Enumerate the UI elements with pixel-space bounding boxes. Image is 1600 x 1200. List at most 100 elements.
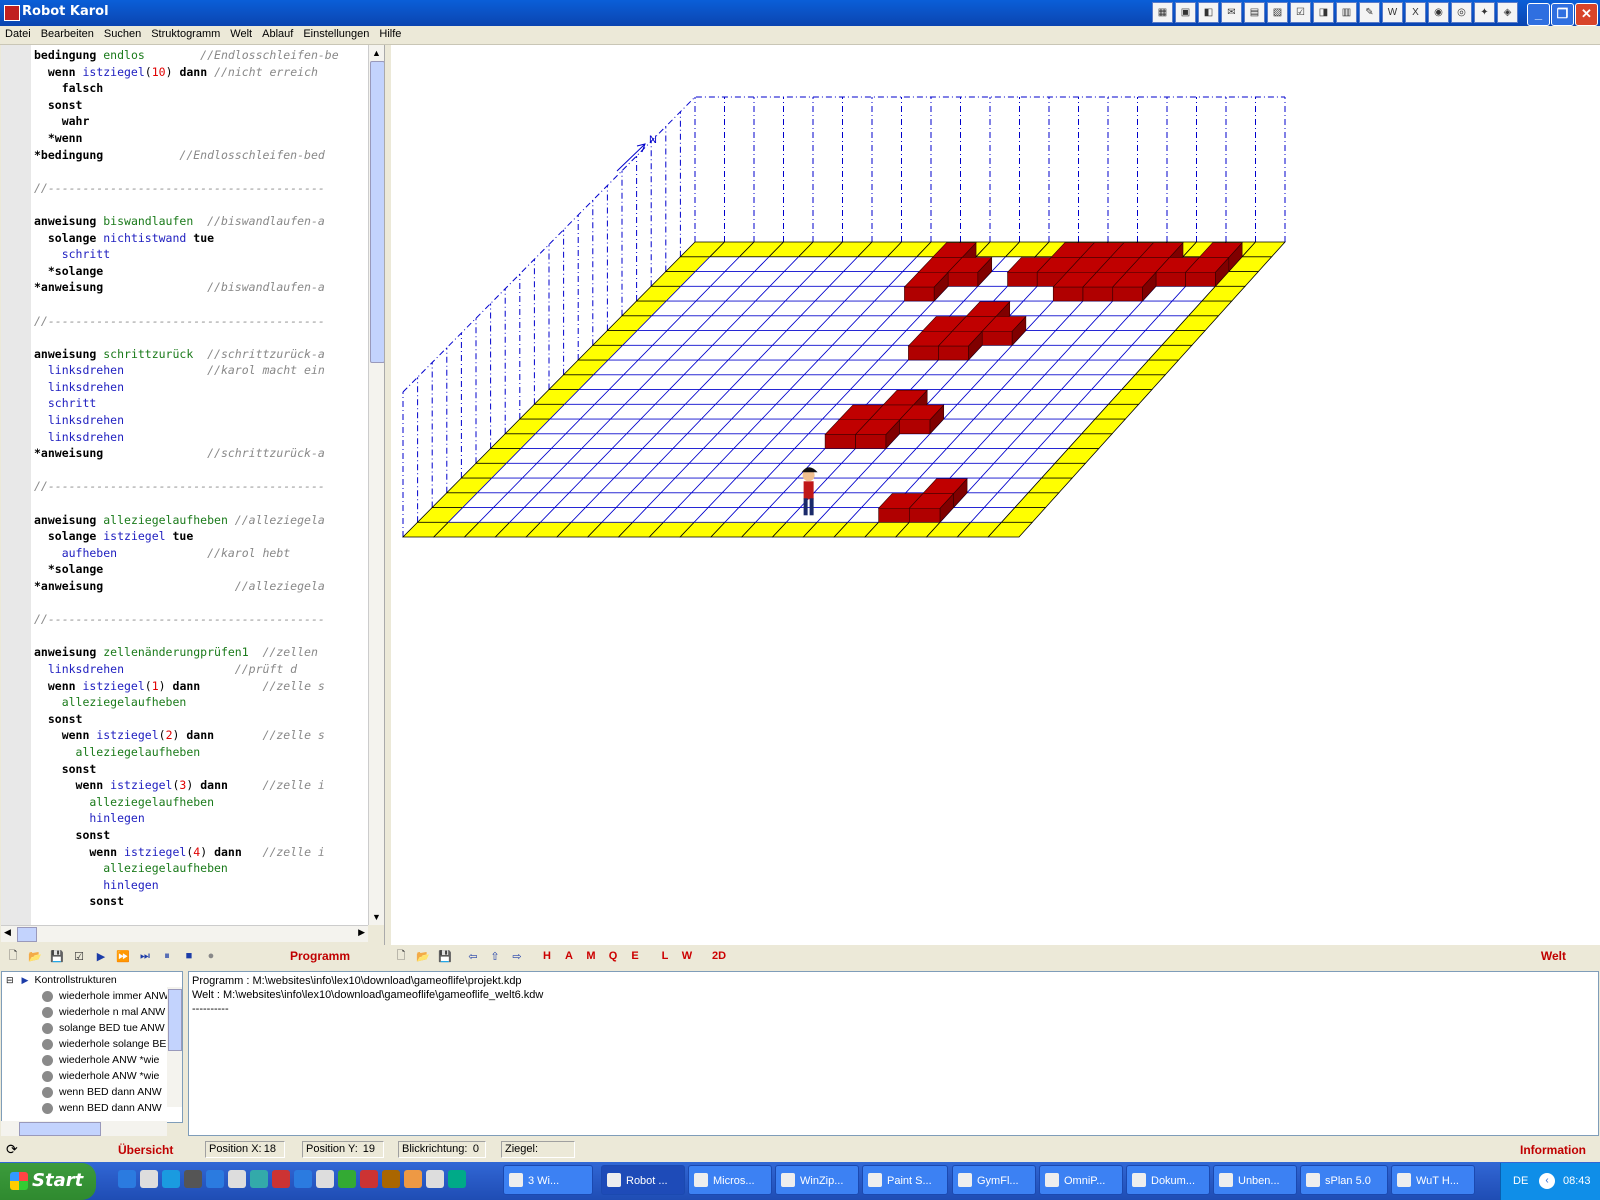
quick-launch-icon[interactable] [140, 1170, 158, 1188]
scroll-thumb[interactable] [19, 1122, 101, 1136]
code-line[interactable]: sonst [34, 827, 368, 844]
tray-app-icon[interactable]: ✎ [1359, 2, 1380, 23]
world-reset-button[interactable]: W [678, 947, 696, 965]
tray-app-icon[interactable]: ◧ [1198, 2, 1219, 23]
code-line[interactable]: linksdrehen //karol macht ein [34, 362, 368, 379]
code-line[interactable]: wenn istziegel(1) dann //zelle s [34, 678, 368, 695]
code-line[interactable]: schritt [34, 246, 368, 263]
tree-item[interactable]: wiederhole ANW *wie [2, 1052, 182, 1068]
code-line[interactable]: sonst [34, 97, 368, 114]
taskbar-button[interactable]: sPlan 5.0 [1300, 1165, 1388, 1195]
code-line[interactable] [34, 495, 368, 512]
tree-horizontal-scrollbar[interactable] [1, 1121, 167, 1136]
code-line[interactable]: *anweisung //biswandlaufen-a [34, 279, 368, 296]
taskbar-button[interactable]: GymFl... [952, 1165, 1036, 1195]
menu-suchen[interactable]: Suchen [99, 26, 146, 42]
taskbar-button[interactable]: WuT H... [1391, 1165, 1475, 1195]
scroll-up-icon[interactable]: ▲ [372, 48, 381, 58]
code-line[interactable]: linksdrehen [34, 412, 368, 429]
language-indicator[interactable]: DE [1513, 1175, 1528, 1187]
taskbar-button[interactable]: Micros... [688, 1165, 772, 1195]
scroll-right-icon[interactable]: ▶ [358, 927, 365, 938]
aufheben-button[interactable]: A [560, 947, 578, 965]
turn-right-icon[interactable]: ⇨ [508, 947, 526, 965]
tree-item[interactable]: solange BED tue ANW [2, 1020, 182, 1036]
taskbar-button[interactable]: Dokum... [1126, 1165, 1210, 1195]
tree-item[interactable]: wenn BED dann ANW [2, 1084, 182, 1100]
quick-launch-icon[interactable] [250, 1170, 268, 1188]
quick-launch-icon[interactable] [162, 1170, 180, 1188]
code-line[interactable]: wahr [34, 113, 368, 130]
start-button[interactable]: Start [0, 1163, 96, 1200]
code-editor[interactable]: bedingung endlos //Endlosschleifen-be we… [31, 45, 368, 925]
code-line[interactable]: alleziegelaufheben [34, 794, 368, 811]
tray-app-icon[interactable]: ▥ [1336, 2, 1357, 23]
tray-app-icon[interactable]: ✦ [1474, 2, 1495, 23]
code-line[interactable]: //--------------------------------------… [34, 611, 368, 628]
information-label[interactable]: Information [1520, 1143, 1586, 1157]
stop-icon[interactable]: ■ [180, 947, 198, 965]
structure-tree[interactable]: ⊟ ▶ Kontrollstrukturen wiederhole immer … [1, 971, 183, 1123]
code-line[interactable]: anweisung zellenänderungprüfen1 //zellen [34, 644, 368, 661]
step-forward-icon[interactable]: ⇧ [486, 947, 504, 965]
code-line[interactable]: *solange [34, 561, 368, 578]
code-line[interactable]: //--------------------------------------… [34, 180, 368, 197]
record-icon[interactable]: ● [202, 947, 220, 965]
new-world-icon[interactable]: 🗋 [392, 947, 410, 965]
tray-app-icon[interactable]: ✉ [1221, 2, 1242, 23]
tree-item[interactable]: wiederhole ANW *wie [2, 1068, 182, 1084]
tray-app-icon[interactable]: ▣ [1175, 2, 1196, 23]
code-line[interactable]: solange nichtistwand tue [34, 230, 368, 247]
code-line[interactable] [34, 595, 368, 612]
code-line[interactable] [34, 163, 368, 180]
code-line[interactable]: sonst [34, 893, 368, 910]
menu-einstellungen[interactable]: Einstellungen [298, 26, 374, 42]
quick-launch-icon[interactable] [448, 1170, 466, 1188]
code-line[interactable] [34, 196, 368, 213]
code-line[interactable] [34, 628, 368, 645]
tree-root[interactable]: ⊟ ▶ Kontrollstrukturen [2, 972, 182, 988]
tray-app-icon[interactable]: ☑ [1290, 2, 1311, 23]
open-world-icon[interactable]: 📂 [414, 947, 432, 965]
entfernen-button[interactable]: E [626, 947, 644, 965]
code-line[interactable]: schritt [34, 395, 368, 412]
world-view[interactable]: N [391, 45, 1600, 945]
scroll-thumb[interactable] [168, 989, 182, 1051]
tray-app-icon[interactable]: ◉ [1428, 2, 1449, 23]
editor-horizontal-scrollbar[interactable]: ◀ ▶ [1, 925, 368, 942]
open-folder-icon[interactable]: 📂 [26, 947, 44, 965]
tree-item[interactable]: wiederhole immer ANW [2, 988, 182, 1004]
save-icon[interactable]: 💾 [48, 947, 66, 965]
turn-left-icon[interactable]: ⇦ [464, 947, 482, 965]
quick-launch-icon[interactable] [294, 1170, 312, 1188]
pause-icon[interactable]: ⏸ [158, 947, 176, 965]
code-line[interactable]: solange istziegel tue [34, 528, 368, 545]
code-line[interactable]: linksdrehen //prüft d [34, 661, 368, 678]
code-line[interactable]: wenn istziegel(3) dann //zelle i [34, 777, 368, 794]
fast-forward-icon[interactable]: ⏩ [114, 947, 132, 965]
tray-app-icon[interactable]: ◨ [1313, 2, 1334, 23]
collapse-icon[interactable]: ⊟ [6, 972, 14, 988]
code-line[interactable]: wenn istziegel(2) dann //zelle s [34, 727, 368, 744]
menu-struktogramm[interactable]: Struktogramm [146, 26, 225, 42]
tray-expand-icon[interactable]: ‹ [1539, 1173, 1555, 1189]
quick-launch-icon[interactable] [206, 1170, 224, 1188]
code-line[interactable]: bedingung endlos //Endlosschleifen-be [34, 47, 368, 64]
quick-launch-icon[interactable] [426, 1170, 444, 1188]
tray-app-icon[interactable]: ◈ [1497, 2, 1518, 23]
minimize-button[interactable]: _ [1527, 3, 1550, 26]
quick-launch-icon[interactable] [338, 1170, 356, 1188]
taskbar-button[interactable]: Unben... [1213, 1165, 1297, 1195]
scroll-thumb[interactable] [17, 927, 37, 942]
code-line[interactable]: *solange [34, 263, 368, 280]
quick-launch-icon[interactable] [184, 1170, 202, 1188]
code-line[interactable] [34, 296, 368, 313]
code-text[interactable]: bedingung endlos //Endlosschleifen-be we… [31, 45, 368, 910]
taskbar-button[interactable]: OmniP... [1039, 1165, 1123, 1195]
quick-launch-icon[interactable] [118, 1170, 136, 1188]
code-line[interactable]: falsch [34, 80, 368, 97]
code-line[interactable]: alleziegelaufheben [34, 860, 368, 877]
menu-hilfe[interactable]: Hilfe [374, 26, 406, 42]
overview-label[interactable]: Übersicht [118, 1143, 173, 1157]
tree-vertical-scrollbar[interactable] [167, 987, 182, 1107]
